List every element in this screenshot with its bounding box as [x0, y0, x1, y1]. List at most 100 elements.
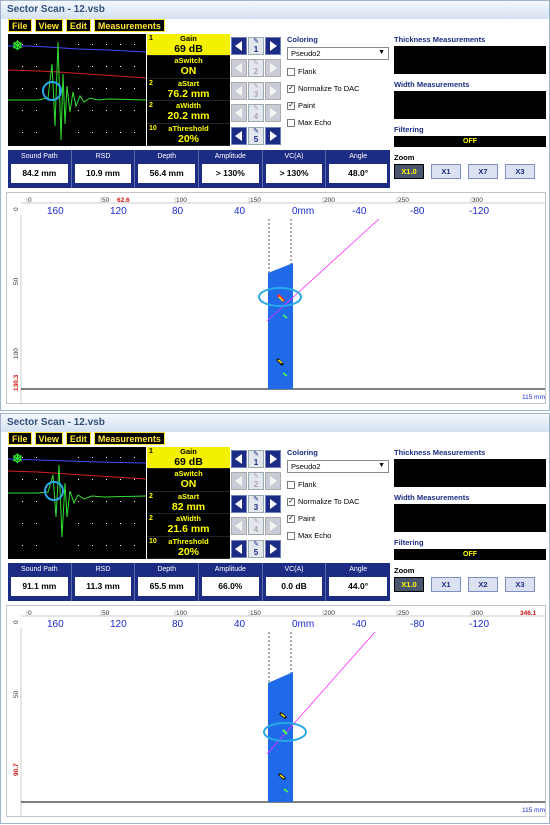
ruler-tick: 0: [28, 610, 32, 617]
step-button[interactable]: ✎ 1: [248, 37, 264, 55]
ruler-tick: 100: [176, 197, 187, 204]
width-display: [394, 504, 546, 532]
svg-text:❄: ❄: [12, 451, 23, 466]
step-button[interactable]: ✎ 3: [248, 494, 264, 513]
param-gain[interactable]: 1 Gain 69 dB: [147, 34, 230, 57]
decrease-arrow-icon[interactable]: [231, 494, 247, 513]
menu-edit[interactable]: Edit: [65, 19, 91, 32]
zoom-button[interactable]: X3: [505, 577, 535, 592]
ruler-tick: 50: [102, 197, 110, 204]
svg-text:0mm: 0mm: [292, 619, 314, 630]
coloring-label: Coloring: [287, 35, 318, 44]
param-awidth[interactable]: 2 aWidth 21.6 mm: [147, 514, 230, 537]
sector-scan-window-1: Sector Scan - 12.vsb File View Edit Meas…: [0, 0, 550, 411]
flank-checkbox[interactable]: Flank: [287, 66, 391, 77]
normalize-dac-checkbox[interactable]: ✓ Normalize To DAC: [287, 83, 391, 94]
increase-arrow-icon[interactable]: [265, 494, 281, 513]
zoom-button[interactable]: X1: [431, 577, 461, 592]
step-button[interactable]: ✎ 4: [248, 104, 264, 123]
coloring-select[interactable]: Pseudo2 ▼: [287, 460, 389, 473]
normalize-dac-checkbox[interactable]: ✓ Normalize To DAC: [287, 496, 391, 507]
scale-label: 115 mm: [522, 394, 545, 401]
increase-arrow-icon[interactable]: [265, 81, 281, 100]
step-button[interactable]: ✎ 5: [248, 539, 264, 558]
a-scan-display[interactable]: ❄: [8, 34, 146, 146]
increase-arrow-icon[interactable]: [265, 517, 281, 536]
menu-file[interactable]: File: [8, 19, 32, 32]
param-astart[interactable]: 2 aStart 82 mm: [147, 491, 230, 515]
thickness-display: [394, 459, 546, 487]
sector-scan-image[interactable]: 0 50 100 150 200 250 300 346.1 160 120 8…: [6, 605, 546, 817]
checkbox-box: [287, 531, 295, 540]
ruler-tick: 300: [472, 610, 483, 617]
zoom-button[interactable]: X7: [468, 164, 498, 179]
ruler-marker: 346.1: [520, 610, 537, 617]
svg-text:80: 80: [172, 619, 184, 630]
paint-checkbox[interactable]: ✓ Paint: [287, 100, 391, 111]
decrease-arrow-icon[interactable]: [231, 104, 247, 123]
menu-edit[interactable]: Edit: [65, 432, 91, 445]
param-aswitch[interactable]: aSwitch ON: [147, 469, 230, 492]
step-button[interactable]: ✎ 2: [248, 472, 264, 491]
filtering-toggle[interactable]: OFF: [394, 549, 546, 560]
menu-bar: File View Edit Measurements: [8, 19, 165, 34]
decrease-arrow-icon[interactable]: [231, 472, 247, 491]
filtering-toggle[interactable]: OFF: [394, 136, 546, 147]
param-gain[interactable]: 1 Gain 69 dB: [147, 447, 230, 470]
coloring-select[interactable]: Pseudo2 ▼: [287, 47, 389, 60]
step-button[interactable]: ✎ 1: [248, 450, 264, 468]
step-button[interactable]: ✎ 5: [248, 126, 264, 145]
step-button[interactable]: ✎ 2: [248, 59, 264, 78]
param-athreshold[interactable]: 10 aThreshold 20%: [147, 123, 230, 146]
menu-view[interactable]: View: [34, 19, 63, 32]
menu-measurements[interactable]: Measurements: [93, 432, 165, 445]
ruler-tick: 50: [13, 277, 20, 285]
max-echo-checkbox[interactable]: Max Echo: [287, 117, 391, 128]
increase-arrow-icon[interactable]: [265, 539, 281, 558]
parameter-panel: 1 Gain 69 dB aSwitch ON 2 aStart 82 mm 2 aWidt…: [147, 447, 230, 559]
flank-checkbox[interactable]: Flank: [287, 479, 391, 490]
increase-arrow-icon[interactable]: [265, 450, 281, 468]
decrease-arrow-icon[interactable]: [231, 539, 247, 558]
zoom-button[interactable]: X1.0: [394, 577, 424, 592]
step-button[interactable]: ✎ 3: [248, 81, 264, 100]
decrease-arrow-icon[interactable]: [231, 126, 247, 145]
a-scan-display[interactable]: ❄: [8, 447, 146, 559]
decrease-arrow-icon[interactable]: [231, 450, 247, 468]
paint-checkbox[interactable]: ✓ Paint: [287, 513, 391, 524]
increase-arrow-icon[interactable]: [265, 472, 281, 491]
decrease-arrow-icon[interactable]: [231, 81, 247, 100]
increase-arrow-icon[interactable]: [265, 126, 281, 145]
coloring-label: Coloring: [287, 448, 318, 457]
sector-scan-image[interactable]: 0 50 100 150 200 250 300 62.6 160 120 80…: [6, 192, 546, 404]
svg-text:0mm: 0mm: [292, 206, 314, 217]
increase-arrow-icon[interactable]: [265, 104, 281, 123]
menu-view[interactable]: View: [34, 432, 63, 445]
meas-amplitude: Amplitude 66.0%: [199, 563, 263, 601]
right-panel: Thickness Measurements Width Measurement…: [394, 448, 546, 592]
menu-file[interactable]: File: [8, 432, 32, 445]
ruler-tick: 0: [13, 207, 20, 211]
increase-arrow-icon[interactable]: [265, 37, 281, 55]
ruler-tick: 0: [13, 620, 20, 624]
zoom-button[interactable]: X3: [505, 164, 535, 179]
adjust-arrows: ✎ 1 ✎ 2 ✎ 3 ✎ 4 ✎ 5: [231, 35, 283, 147]
checkbox-box: [287, 67, 295, 76]
decrease-arrow-icon[interactable]: [231, 37, 247, 55]
param-aswitch[interactable]: aSwitch ON: [147, 56, 230, 79]
param-awidth[interactable]: 2 aWidth 20.2 mm: [147, 101, 230, 124]
meas-vca: VC(A) 0.0 dB: [263, 563, 327, 601]
zoom-button[interactable]: X1: [431, 164, 461, 179]
param-athreshold[interactable]: 10 aThreshold 20%: [147, 536, 230, 559]
svg-text:120: 120: [110, 206, 127, 217]
menu-measurements[interactable]: Measurements: [93, 19, 165, 32]
increase-arrow-icon[interactable]: [265, 59, 281, 78]
filtering-title: Filtering: [394, 125, 424, 134]
zoom-button[interactable]: X2: [468, 577, 498, 592]
decrease-arrow-icon[interactable]: [231, 59, 247, 78]
param-astart[interactable]: 2 aStart 76.2 mm: [147, 78, 230, 102]
step-button[interactable]: ✎ 4: [248, 517, 264, 536]
decrease-arrow-icon[interactable]: [231, 517, 247, 536]
max-echo-checkbox[interactable]: Max Echo: [287, 530, 391, 541]
zoom-button[interactable]: X1.0: [394, 164, 424, 179]
